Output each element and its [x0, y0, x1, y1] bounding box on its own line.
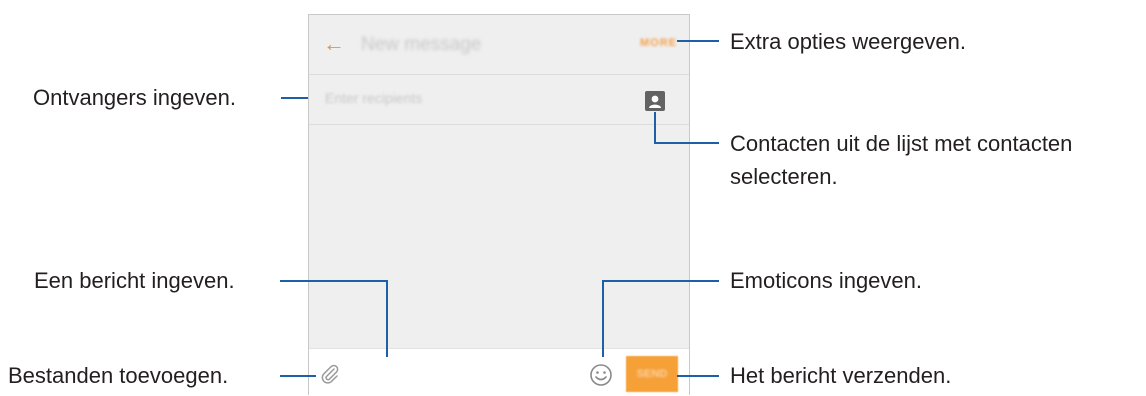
divider	[309, 74, 689, 75]
callout-contacts-line2: selecteren.	[730, 164, 838, 189]
callout-message: Een bericht ingeven.	[34, 268, 235, 293]
callout-line-attach	[280, 375, 316, 377]
send-button[interactable]: SEND	[626, 356, 678, 392]
callout-line-recipients	[281, 97, 308, 99]
screen-title: New message	[361, 34, 482, 55]
callout-line-send	[677, 375, 719, 377]
smiley-icon[interactable]	[589, 363, 613, 392]
divider	[309, 124, 689, 125]
callout-line-message-vertical	[386, 280, 388, 357]
callout-line-emoticons	[602, 280, 719, 282]
callout-line-message	[280, 280, 387, 282]
callout-line-contacts	[654, 142, 719, 144]
contact-card-icon[interactable]	[645, 91, 665, 111]
compose-bar: SEND	[309, 348, 689, 396]
callout-options: Extra opties weergeven.	[730, 29, 967, 54]
callout-recipients: Ontvangers ingeven.	[33, 85, 237, 110]
recipient-input[interactable]: Enter recipients	[325, 90, 422, 106]
back-arrow-icon[interactable]: ←	[323, 33, 345, 55]
phone-screen: ← New message MORE Enter recipients SEND	[308, 14, 690, 396]
callout-line-emoticons-vertical	[602, 280, 604, 357]
more-button[interactable]: MORE	[640, 37, 677, 49]
callout-line-contacts-vertical	[654, 112, 656, 143]
callout-contacts-line1: Contacten uit de lijst met contacten	[730, 131, 1073, 156]
callout-emoticons: Emoticons ingeven.	[730, 268, 922, 293]
callout-line-options	[677, 40, 719, 42]
callout-attach: Bestanden toevoegen.	[8, 363, 229, 388]
send-label: SEND	[636, 368, 668, 380]
callout-send: Het bericht verzenden.	[730, 363, 952, 388]
app-bar: ← New message MORE	[309, 15, 689, 74]
paperclip-icon[interactable]	[319, 363, 341, 390]
